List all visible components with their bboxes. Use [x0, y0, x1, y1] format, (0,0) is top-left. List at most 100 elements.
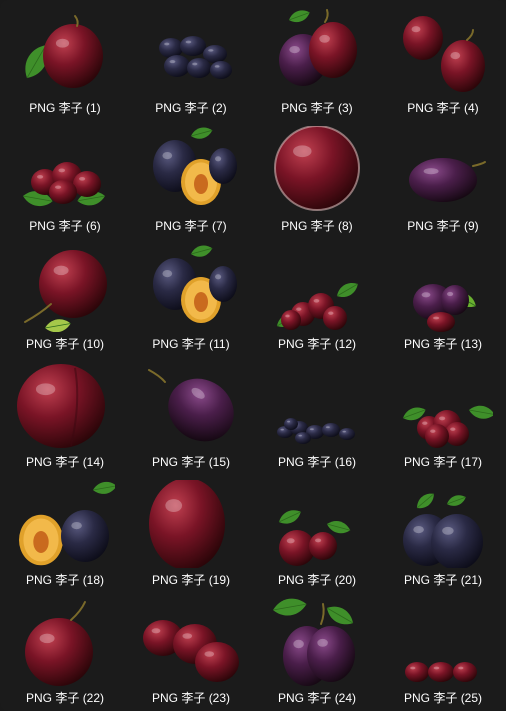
thumbnail-item[interactable]: PNG 李子 (1) — [2, 4, 128, 122]
thumbnail-label: PNG 李子 (1) — [2, 99, 128, 116]
thumbnail-item[interactable]: PNG 李子 (8) — [254, 122, 380, 240]
thumbnail-item[interactable]: PNG 李子 (17) — [380, 358, 506, 476]
label-index: (1) — [86, 101, 101, 115]
thumbnail-label: PNG 李子 (2) — [128, 99, 254, 116]
label-index: (22) — [82, 691, 105, 705]
red-plum-with-leaf-icon — [15, 244, 115, 332]
plums-with-leaf-icon — [393, 244, 493, 332]
thumbnail-item[interactable]: PNG 李子 (22) — [2, 594, 128, 711]
thumbnail-label: PNG 李子 (3) — [254, 99, 380, 116]
label-name: 李子 — [433, 455, 458, 469]
thumbnail-item[interactable]: PNG 李子 (24) — [254, 594, 380, 711]
plum-branch-icon — [267, 480, 367, 568]
thumbnail-label: PNG 李子 (25) — [380, 689, 506, 706]
label-prefix: PNG — [277, 337, 304, 351]
thumbnail-label: PNG 李子 (19) — [128, 571, 254, 588]
thumbnail-label: PNG 李子 (9) — [380, 217, 506, 234]
large-red-plum-icon — [15, 362, 115, 450]
label-name: 李子 — [55, 691, 80, 705]
plums-on-leaves-icon — [15, 126, 115, 214]
thumbnail-label: PNG 李子 (7) — [128, 217, 254, 234]
label-name: 李子 — [436, 101, 461, 115]
label-index: (6) — [86, 219, 101, 233]
thumbnail-item[interactable]: PNG 李子 (4) — [380, 4, 506, 122]
small-blue-plums-icon — [267, 362, 367, 450]
label-index: (9) — [464, 219, 479, 233]
label-prefix: PNG — [281, 101, 308, 115]
label-name: 李子 — [433, 337, 458, 351]
three-small-plums-icon — [393, 598, 493, 686]
label-index: (10) — [82, 337, 105, 351]
thumbnail-item[interactable]: PNG 李子 (14) — [2, 358, 128, 476]
label-prefix: PNG — [407, 219, 434, 233]
purple-plum-icon — [393, 126, 493, 214]
thumbnail-grid: PNG 李子 (1) PNG 李子 (2) PNG 李子 (3) PNG 李子 … — [2, 4, 506, 711]
thumbnail-label: PNG 李子 (4) — [380, 99, 506, 116]
label-prefix: PNG — [152, 337, 179, 351]
label-index: (17) — [460, 455, 483, 469]
label-prefix: PNG — [25, 455, 52, 469]
thumbnail-item[interactable]: PNG 李子 (9) — [380, 122, 506, 240]
label-prefix: PNG — [155, 219, 182, 233]
two-plums-icon — [393, 8, 493, 96]
thumbnail-label: PNG 李子 (8) — [254, 217, 380, 234]
label-name: 李子 — [310, 101, 335, 115]
thumbnail-item[interactable]: PNG 李子 (10) — [2, 240, 128, 358]
label-prefix: PNG — [25, 691, 52, 705]
label-name: 李子 — [307, 337, 332, 351]
thumbnail-label: PNG 李子 (14) — [2, 453, 128, 470]
label-prefix: PNG — [29, 101, 56, 115]
thumbnail-item[interactable]: PNG 李子 (6) — [2, 122, 128, 240]
three-red-plums-icon — [141, 598, 241, 686]
label-index: (14) — [82, 455, 105, 469]
label-index: (21) — [460, 573, 483, 587]
thumbnail-item[interactable]: PNG 李子 (20) — [254, 476, 380, 594]
thumbnail-item[interactable]: PNG 李子 (21) — [380, 476, 506, 594]
image-browser-panel: PNG 李子 (1) PNG 李子 (2) PNG 李子 (3) PNG 李子 … — [0, 0, 506, 711]
thumbnail-item[interactable]: PNG 李子 (16) — [254, 358, 380, 476]
label-prefix: PNG — [277, 573, 304, 587]
thumbnail-item[interactable]: PNG 李子 (7) — [128, 122, 254, 240]
thumbnail-item[interactable]: PNG 李子 (19) — [128, 476, 254, 594]
label-name: 李子 — [184, 219, 209, 233]
thumbnail-label: PNG 李子 (18) — [2, 571, 128, 588]
two-purple-plums-icon — [267, 598, 367, 686]
thumbnail-item[interactable]: PNG 李子 (11) — [128, 240, 254, 358]
oval-purple-plum-icon — [141, 362, 241, 450]
dark-plums-cluster-icon — [141, 8, 241, 96]
label-prefix: PNG — [277, 691, 304, 705]
label-prefix: PNG — [25, 573, 52, 587]
label-prefix: PNG — [281, 219, 308, 233]
halved-plum-icon — [141, 244, 241, 332]
label-prefix: PNG — [407, 101, 434, 115]
label-index: (18) — [82, 573, 105, 587]
thumbnail-item[interactable]: PNG 李子 (18) — [2, 476, 128, 594]
label-name: 李子 — [55, 455, 80, 469]
red-plum-stem-icon — [15, 598, 115, 686]
thumbnail-label: PNG 李子 (17) — [380, 453, 506, 470]
thumbnail-item[interactable]: PNG 李子 (25) — [380, 594, 506, 711]
thumbnail-label: PNG 李子 (13) — [380, 335, 506, 352]
label-prefix: PNG — [151, 573, 178, 587]
thumbnail-item[interactable]: PNG 李子 (2) — [128, 4, 254, 122]
label-index: (15) — [208, 455, 231, 469]
thumbnail-label: PNG 李子 (24) — [254, 689, 380, 706]
thumbnail-label: PNG 李子 (11) — [128, 335, 254, 352]
thumbnail-item[interactable]: PNG 李子 (12) — [254, 240, 380, 358]
label-index: (3) — [338, 101, 353, 115]
label-name: 李子 — [181, 691, 206, 705]
thumbnail-item[interactable]: PNG 李子 (13) — [380, 240, 506, 358]
label-name: 李子 — [184, 101, 209, 115]
label-prefix: PNG — [25, 337, 52, 351]
label-prefix: PNG — [403, 455, 430, 469]
thumbnail-label: PNG 李子 (10) — [2, 335, 128, 352]
label-index: (7) — [212, 219, 227, 233]
thumbnail-item[interactable]: PNG 李子 (3) — [254, 4, 380, 122]
label-index: (8) — [338, 219, 353, 233]
thumbnail-item[interactable]: PNG 李子 (15) — [128, 358, 254, 476]
label-index: (11) — [209, 337, 230, 351]
thumbnail-item[interactable]: PNG 李子 (23) — [128, 594, 254, 711]
label-name: 李子 — [181, 573, 206, 587]
label-index: (12) — [334, 337, 357, 351]
label-name: 李子 — [181, 455, 206, 469]
